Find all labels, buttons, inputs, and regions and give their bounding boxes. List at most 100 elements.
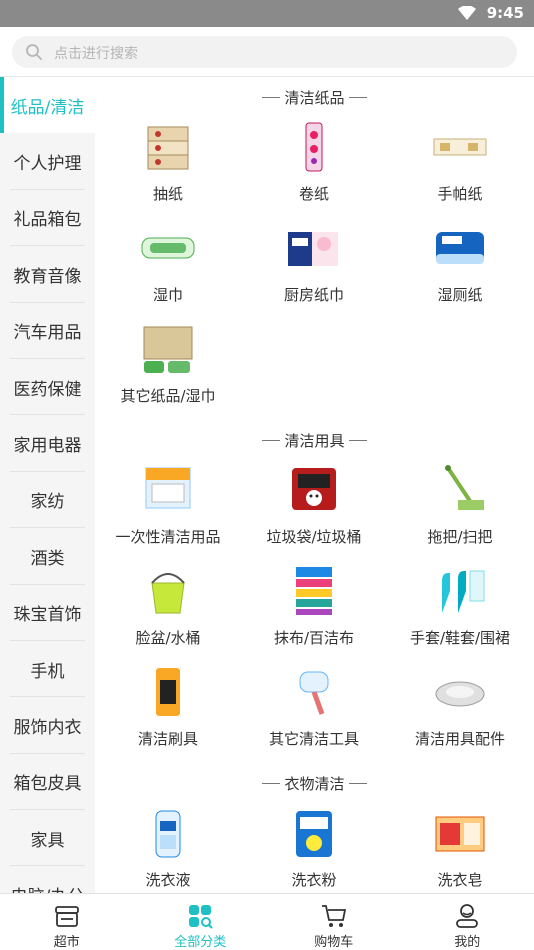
- subcategory-label: 垃圾袋/垃圾桶: [266, 526, 361, 547]
- disposable-cleaning-icon: [136, 460, 200, 520]
- sidebar-item-label: 手机: [31, 657, 65, 682]
- subcategory-label: 卷纸: [299, 183, 329, 204]
- status-bar: 9:45: [0, 0, 534, 27]
- subcategory-label: 湿巾: [153, 284, 183, 305]
- sidebar-item-label: 教育音像: [14, 262, 82, 287]
- subcategory-item[interactable]: 手套/鞋套/围裙: [387, 561, 533, 662]
- sidebar-item[interactable]: 酒类: [0, 528, 95, 584]
- subcategory-item[interactable]: 洗衣皂: [387, 803, 533, 893]
- section-title: 衣物清洁: [95, 763, 534, 803]
- laundry-powder-icon: [282, 803, 346, 863]
- tab-category[interactable]: 全部分类: [134, 894, 268, 949]
- bottom-tab-bar: 超市 全部分类 购物车 我的: [0, 893, 534, 949]
- subcategory-item[interactable]: 洗衣粉: [241, 803, 387, 893]
- subcategory-item[interactable]: 抽纸: [95, 117, 241, 218]
- subcategory-label: 清洁用具配件: [415, 728, 505, 749]
- subcategory-label: 手套/鞋套/围裙: [410, 627, 510, 648]
- subcategory-item[interactable]: 湿厕纸: [387, 218, 533, 319]
- tab-label: 我的: [454, 931, 480, 950]
- sidebar-item-label: 医药保健: [14, 375, 82, 400]
- subcategory-label: 脸盆/水桶: [135, 627, 200, 648]
- sidebar-item-label: 家用电器: [14, 431, 82, 456]
- section-title: 清洁用具: [95, 420, 534, 460]
- subcategory-label: 手帕纸: [437, 183, 482, 204]
- search-input[interactable]: 点击进行搜索: [12, 36, 517, 68]
- sidebar-item-label: 个人护理: [14, 149, 82, 174]
- brush-icon: [136, 662, 200, 722]
- tab-label: 超市: [54, 931, 80, 950]
- sidebar-item[interactable]: 珠宝首饰: [0, 585, 95, 641]
- sidebar-item[interactable]: 教育音像: [0, 246, 95, 302]
- subcategory-label: 一次性清洁用品: [115, 526, 220, 547]
- toilet-wipes-icon: [428, 218, 492, 278]
- sidebar-item[interactable]: 家用电器: [0, 415, 95, 471]
- sidebar-item[interactable]: 个人护理: [0, 133, 95, 189]
- sidebar-item[interactable]: 纸品/清洁: [0, 77, 95, 133]
- sidebar-item-label: 服饰内衣: [14, 713, 82, 738]
- mop-head-icon: [428, 662, 492, 722]
- sidebar-item-label: 珠宝首饰: [14, 600, 82, 625]
- subcategory-grid: 一次性清洁用品垃圾袋/垃圾桶拖把/扫把脸盆/水桶抹布/百洁布手套/鞋套/围裙清洁…: [95, 460, 534, 763]
- section-title: 清洁纸品: [95, 77, 534, 117]
- sidebar-item[interactable]: 汽车用品: [0, 303, 95, 359]
- profile-icon: [453, 903, 481, 929]
- sidebar-item[interactable]: 手机: [0, 641, 95, 697]
- subcategory-item[interactable]: 清洁用具配件: [387, 662, 533, 763]
- sidebar-item[interactable]: 箱包皮具: [0, 754, 95, 810]
- sidebar-item[interactable]: 家具: [0, 810, 95, 866]
- subcategory-item[interactable]: 拖把/扫把: [387, 460, 533, 561]
- sidebar-item[interactable]: 礼品箱包: [0, 190, 95, 246]
- kitchen-towel-icon: [282, 218, 346, 278]
- cart-icon: [320, 903, 348, 929]
- subcategory-panel: 清洁纸品抽纸 卷纸 手帕纸湿巾 厨房纸巾 湿厕纸其它纸品/湿巾清洁用具一次性清洁用品 垃圾…: [95, 77, 534, 893]
- cloth-icon: [282, 561, 346, 621]
- other-paper-icon: [136, 319, 200, 379]
- store-icon: [53, 903, 81, 929]
- sidebar-item-label: 箱包皮具: [14, 769, 82, 794]
- subcategory-item[interactable]: 其它清洁工具: [241, 662, 387, 763]
- section-title-text: 清洁纸品: [284, 87, 344, 108]
- subcategory-item[interactable]: 手帕纸: [387, 117, 533, 218]
- subcategory-item[interactable]: 一次性清洁用品: [95, 460, 241, 561]
- pocket-tissue-icon: [428, 117, 492, 177]
- sidebar-item-label: 家纺: [31, 487, 65, 512]
- subcategory-item[interactable]: 抹布/百洁布: [241, 561, 387, 662]
- subcategory-item[interactable]: 其它纸品/湿巾: [95, 319, 241, 420]
- sidebar-item-label: 家具: [31, 826, 65, 851]
- search-icon: [25, 43, 43, 61]
- subcategory-label: 湿厕纸: [437, 284, 482, 305]
- sidebar-item[interactable]: 家纺: [0, 472, 95, 528]
- category-icon: [186, 903, 214, 929]
- tab-label: 购物车: [314, 931, 353, 950]
- wet-wipes-icon: [136, 218, 200, 278]
- laundry-soap-icon: [428, 803, 492, 863]
- tab-label: 全部分类: [174, 931, 226, 950]
- sidebar-item[interactable]: 电脑/办公: [0, 866, 95, 893]
- subcategory-label: 洗衣皂: [437, 869, 482, 890]
- subcategory-label: 洗衣粉: [291, 869, 336, 890]
- gloves-icon: [428, 561, 492, 621]
- subcategory-item[interactable]: 卷纸: [241, 117, 387, 218]
- subcategory-item[interactable]: 洗衣液: [95, 803, 241, 893]
- toilet-roll-icon: [282, 117, 346, 177]
- bucket-icon: [136, 561, 200, 621]
- subcategory-label: 洗衣液: [145, 869, 190, 890]
- tab-cart[interactable]: 购物车: [267, 894, 401, 949]
- sidebar-item[interactable]: 服饰内衣: [0, 697, 95, 753]
- subcategory-item[interactable]: 湿巾: [95, 218, 241, 319]
- tab-store[interactable]: 超市: [0, 894, 134, 949]
- subcategory-label: 厨房纸巾: [284, 284, 344, 305]
- subcategory-label: 抽纸: [153, 183, 183, 204]
- section-title-text: 清洁用具: [284, 430, 344, 451]
- subcategory-item[interactable]: 脸盆/水桶: [95, 561, 241, 662]
- laundry-liquid-icon: [136, 803, 200, 863]
- tab-profile[interactable]: 我的: [401, 894, 534, 949]
- subcategory-item[interactable]: 清洁刷具: [95, 662, 241, 763]
- subcategory-item[interactable]: 垃圾袋/垃圾桶: [241, 460, 387, 561]
- tissue-box-icon: [136, 117, 200, 177]
- subcategory-item[interactable]: 厨房纸巾: [241, 218, 387, 319]
- category-sidebar: 纸品/清洁个人护理礼品箱包教育音像汽车用品医药保健家用电器家纺酒类珠宝首饰手机服…: [0, 77, 95, 893]
- sidebar-item[interactable]: 医药保健: [0, 359, 95, 415]
- subcategory-label: 其它纸品/湿巾: [120, 385, 215, 406]
- lint-roller-icon: [282, 662, 346, 722]
